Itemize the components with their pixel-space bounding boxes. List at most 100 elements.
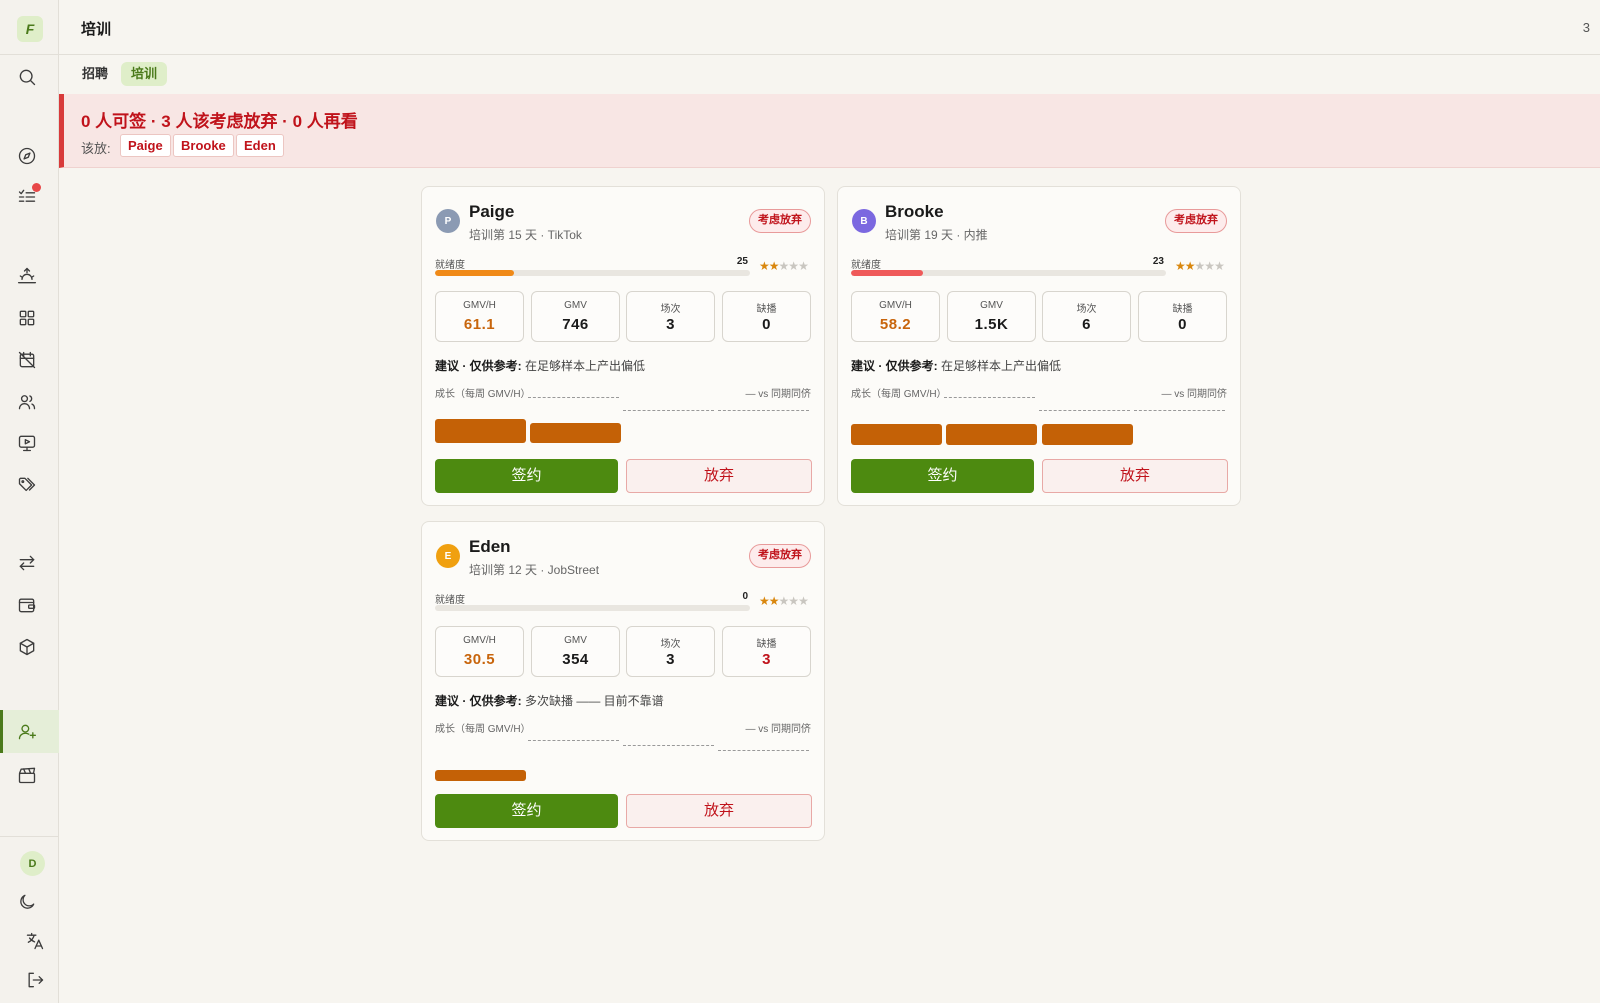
alert-banner: 0 人可签 · 3 人该考虑放弃 · 0 人再看 该放: Paige Brook… — [59, 94, 1600, 168]
status-badge: 考虑放弃 — [1165, 209, 1227, 233]
peer-comparison-label: — vs 同期同侪 — [745, 724, 811, 735]
search-icon[interactable] — [16, 66, 38, 88]
compass-icon[interactable] — [16, 145, 38, 167]
trainee-subtitle: 培训第 12 天 · JobStreet — [469, 563, 600, 577]
tags-icon[interactable] — [16, 474, 38, 496]
readiness-label: 就绪度 — [435, 595, 465, 606]
tab-bar: 招聘 培训 — [59, 55, 1600, 94]
stat-label: GMV — [980, 300, 1003, 311]
stat-value: 1.5K — [974, 316, 1009, 333]
advice-text: 建议 · 仅供参考: 在足够样本上产出偏低 — [851, 357, 1061, 374]
trainee-card: E Eden 培训第 12 天 · JobStreet 考虑放弃 就绪度 0 ★… — [421, 521, 825, 841]
readiness-label: 就绪度 — [851, 260, 881, 271]
advice-prefix: 建议 · 仅供参考: — [435, 359, 522, 373]
stat-box: GMV 746 — [531, 291, 620, 342]
readiness-value: 0 — [742, 591, 748, 602]
readiness-bar — [435, 270, 750, 276]
stat-box: 缺播 0 — [1138, 291, 1227, 342]
peer-line — [528, 397, 619, 398]
advice-prefix: 建议 · 仅供参考: — [851, 359, 938, 373]
stat-value: 61.1 — [463, 316, 496, 333]
advice-text: 建议 · 仅供参考: 多次缺播 —— 目前不靠谱 — [435, 692, 664, 709]
stat-box: GMV/H 30.5 — [435, 626, 524, 677]
advice-prefix: 建议 · 仅供参考: — [435, 694, 522, 708]
growth-label: 成长（每周 GMV/H） — [851, 389, 947, 400]
trainee-avatar: B — [852, 209, 876, 233]
stat-label: GMV — [564, 635, 587, 646]
app-logo[interactable]: F — [17, 16, 43, 42]
stat-box: GMV/H 61.1 — [435, 291, 524, 342]
peer-line — [623, 410, 714, 411]
peer-line — [1039, 410, 1130, 411]
star-icon: ★ — [788, 259, 799, 273]
stat-label: GMV/H — [463, 300, 496, 311]
stat-label: 场次 — [660, 639, 681, 650]
video-screen-icon[interactable] — [16, 432, 38, 454]
moon-icon[interactable] — [16, 891, 38, 913]
stat-value: 3 — [666, 651, 675, 668]
stat-value: 3 — [762, 651, 771, 668]
grid-icon[interactable] — [16, 307, 38, 329]
sign-button[interactable]: 签约 — [435, 459, 618, 493]
alert-chip-paige[interactable]: Paige — [120, 134, 171, 157]
trainee-name: Brooke — [885, 202, 944, 221]
swap-icon[interactable] — [16, 552, 38, 574]
stat-box: GMV 1.5K — [947, 291, 1036, 342]
star-rating: ★★★★★ — [1175, 259, 1225, 273]
trainee-card: B Brooke 培训第 19 天 · 内推 考虑放弃 就绪度 23 ★★★★★… — [837, 186, 1241, 506]
calendar-off-icon[interactable] — [16, 349, 38, 371]
logout-icon[interactable] — [24, 969, 46, 991]
sign-button[interactable]: 签约 — [435, 794, 618, 828]
drop-button[interactable]: 放弃 — [626, 459, 812, 493]
stat-value: 354 — [562, 651, 589, 668]
star-icon: ★ — [798, 259, 809, 273]
tab-training[interactable]: 培训 — [121, 62, 168, 86]
stat-value: 746 — [562, 316, 589, 333]
stat-value: 3 — [666, 316, 675, 333]
peer-line — [718, 410, 809, 411]
star-icon: ★ — [1184, 259, 1196, 273]
growth-label: 成长（每周 GMV/H） — [435, 389, 531, 400]
drop-button[interactable]: 放弃 — [1042, 459, 1228, 493]
readiness-bar-fill — [851, 270, 924, 276]
stat-label: GMV — [564, 300, 587, 311]
peer-line — [944, 397, 1035, 398]
stat-label: GMV/H — [879, 300, 912, 311]
stat-box: GMV 354 — [531, 626, 620, 677]
readiness-bar-fill — [435, 270, 514, 276]
clapperboard-icon[interactable] — [16, 764, 38, 786]
trainee-subtitle: 培训第 15 天 · TikTok — [469, 228, 582, 242]
alert-chip-brooke[interactable]: Brooke — [173, 134, 234, 157]
star-icon: ★ — [1214, 259, 1225, 273]
stat-label: 场次 — [1076, 304, 1097, 315]
peer-comparison-label: — vs 同期同侪 — [1161, 389, 1227, 400]
sunrise-icon[interactable] — [16, 265, 38, 287]
stat-box: 场次 3 — [626, 291, 715, 342]
wallet-icon[interactable] — [16, 594, 38, 616]
stat-label: 缺播 — [756, 639, 777, 650]
stat-box: GMV/H 58.2 — [851, 291, 940, 342]
stat-box: 场次 6 — [1042, 291, 1131, 342]
sign-button[interactable]: 签约 — [851, 459, 1034, 493]
stat-box: 场次 3 — [626, 626, 715, 677]
status-badge: 考虑放弃 — [749, 544, 811, 568]
stat-value: 0 — [762, 316, 771, 333]
alert-chip-eden[interactable]: Eden — [236, 134, 284, 157]
user-plus-icon[interactable] — [16, 721, 38, 743]
stat-value: 58.2 — [879, 316, 912, 333]
users-icon[interactable] — [16, 391, 38, 413]
stat-box: 缺播 0 — [722, 291, 811, 342]
readiness-value: 23 — [1152, 256, 1164, 267]
tab-recruiting[interactable]: 招聘 — [72, 62, 118, 86]
star-icon: ★ — [798, 594, 809, 608]
advice-body: 在足够样本上产出偏低 — [521, 359, 646, 373]
drop-button[interactable]: 放弃 — [626, 794, 812, 828]
task-list-icon[interactable] — [16, 183, 41, 208]
trainee-avatar: E — [436, 544, 460, 568]
user-avatar[interactable]: D — [20, 851, 45, 876]
trainee-name: Eden — [469, 537, 511, 556]
translate-icon[interactable] — [24, 930, 46, 952]
package-icon[interactable] — [16, 636, 38, 658]
trainee-subtitle: 培训第 19 天 · 内推 — [885, 228, 988, 242]
readiness-value: 25 — [736, 256, 748, 267]
